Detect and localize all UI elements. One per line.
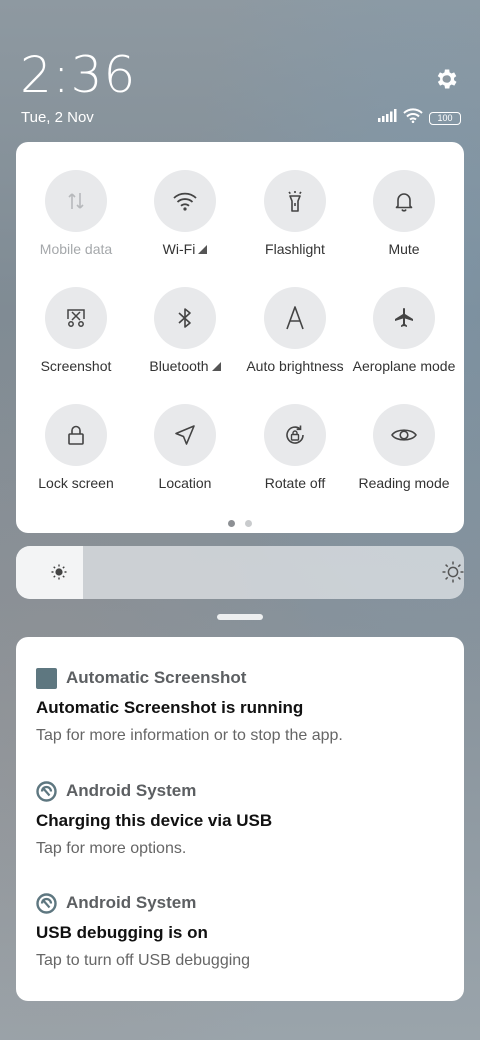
notification-body: Tap for more options.	[36, 840, 187, 857]
auto-brightness-icon	[264, 287, 326, 349]
notification-header: Android System	[36, 891, 446, 915]
page-indicator[interactable]	[16, 520, 464, 527]
tile-flashlight[interactable]: Flashlight	[240, 142, 350, 257]
notification-title: Charging this device via USB	[36, 811, 273, 830]
page-dot	[245, 520, 252, 527]
tile-aeroplane-mode[interactable]: Aeroplane mode	[349, 259, 459, 374]
tile-lock-screen[interactable]: Lock screen	[21, 376, 131, 491]
tile-label: Wi-Fi	[162, 241, 196, 257]
notification-item[interactable]: Automatic Screenshot Automatic Screensho…	[36, 666, 446, 745]
tile-label: Mute	[388, 241, 420, 257]
notification-title: USB debugging is on	[36, 923, 208, 942]
submenu-triangle-icon	[211, 362, 221, 371]
status-header: 2:36 Tue, 2 Nov 100	[0, 0, 480, 140]
brightness-slider[interactable]	[16, 546, 464, 599]
tile-label: Aeroplane mode	[352, 358, 456, 374]
screenshot-icon	[45, 287, 107, 349]
notification-app-name: Android System	[66, 781, 197, 800]
status-icons: 100	[378, 108, 461, 128]
tile-screenshot[interactable]: Screenshot	[21, 259, 131, 374]
notification-header: Automatic Screenshot	[36, 666, 446, 690]
tile-bluetooth[interactable]: Bluetooth	[130, 259, 240, 374]
notification-app-name: Android System	[66, 893, 197, 912]
tile-wifi[interactable]: Wi-Fi	[130, 142, 240, 257]
tile-rotate-off[interactable]: Rotate off	[240, 376, 350, 491]
notification-header: Android System	[36, 779, 446, 803]
signal-icon	[378, 109, 397, 127]
gear-icon[interactable]	[433, 66, 459, 92]
clock[interactable]: 2:36	[20, 46, 136, 104]
tile-label: Reading mode	[358, 475, 450, 491]
tile-label: Bluetooth	[149, 358, 209, 374]
app-square-icon	[36, 667, 57, 689]
brightness-low-icon	[49, 562, 69, 582]
notification-item[interactable]: Android System USB debugging is on Tap t…	[36, 891, 446, 970]
rotate-lock-icon	[264, 404, 326, 466]
submenu-triangle-icon	[198, 245, 208, 254]
tile-reading-mode[interactable]: Reading mode	[349, 376, 459, 491]
mobile-data-icon	[45, 170, 107, 232]
tile-mobile-data[interactable]: Mobile data	[21, 142, 131, 257]
location-icon	[154, 404, 216, 466]
notification-body: Tap for more information or to stop the …	[36, 727, 343, 744]
battery-level: 100	[437, 112, 453, 123]
flashlight-icon	[264, 170, 326, 232]
tile-auto-brightness[interactable]: Auto brightness	[240, 259, 350, 374]
eye-icon	[373, 404, 435, 466]
android-system-icon	[36, 780, 57, 802]
date[interactable]: Tue, 2 Nov	[21, 109, 94, 126]
page-dot-active	[228, 520, 235, 527]
notification-app-name: Automatic Screenshot	[66, 668, 247, 687]
drag-handle[interactable]	[217, 614, 263, 620]
battery-icon: 100	[429, 111, 461, 125]
airplane-icon	[373, 287, 435, 349]
tile-location[interactable]: Location	[130, 376, 240, 491]
bluetooth-icon	[154, 287, 216, 349]
wifi-status-icon	[403, 108, 423, 128]
bell-icon	[373, 170, 435, 232]
quick-settings-panel: Mobile data Wi-Fi Flashlight Mute Screen…	[16, 142, 464, 533]
tile-mute[interactable]: Mute	[349, 142, 459, 257]
lock-icon	[45, 404, 107, 466]
notification-panel: Automatic Screenshot Automatic Screensho…	[16, 637, 464, 1001]
notification-title: Automatic Screenshot is running	[36, 698, 304, 717]
brightness-high-icon	[441, 560, 464, 584]
wifi-icon	[154, 170, 216, 232]
notification-body: Tap to turn off USB debugging	[36, 952, 251, 969]
notification-item[interactable]: Android System Charging this device via …	[36, 779, 446, 858]
android-system-icon	[36, 892, 57, 914]
